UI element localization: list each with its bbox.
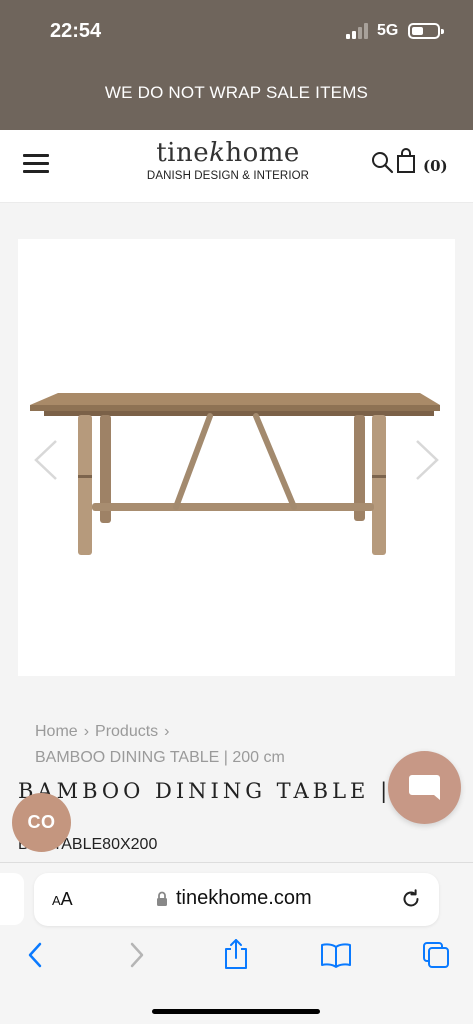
forward-icon[interactable] bbox=[128, 941, 146, 969]
breadcrumb-separator: › bbox=[83, 723, 90, 740]
logo[interactable]: tinekhome DANISH DESIGN & INTERIOR bbox=[128, 138, 328, 182]
breadcrumb-separator: › bbox=[164, 723, 170, 740]
co-button[interactable]: CO bbox=[12, 793, 71, 852]
browser-toolbar: AA tinekhome.com bbox=[0, 862, 473, 1024]
browser-nav bbox=[0, 939, 473, 975]
product-image bbox=[30, 393, 440, 555]
breadcrumb-current: BAMBOO DINING TABLE | 200 cm bbox=[35, 749, 285, 766]
network-label: 5G bbox=[377, 22, 399, 39]
promo-banner: WE DO NOT WRAP SALE ITEMS bbox=[0, 64, 473, 130]
reader-options-button[interactable]: AA bbox=[52, 889, 73, 910]
cart-count[interactable]: (0) bbox=[423, 157, 448, 175]
chat-button[interactable] bbox=[388, 751, 461, 824]
status-bar: 22:54 5G bbox=[0, 0, 473, 64]
share-icon[interactable] bbox=[223, 937, 249, 971]
battery-icon bbox=[408, 23, 444, 39]
status-time: 22:54 bbox=[50, 20, 102, 42]
url-text: tinekhome.com bbox=[176, 887, 312, 909]
breadcrumb-home[interactable]: Home bbox=[35, 723, 78, 740]
search-icon[interactable] bbox=[370, 150, 394, 174]
logo-wordmark: tinekhome bbox=[156, 138, 300, 168]
lock-icon bbox=[157, 891, 167, 906]
menu-icon[interactable] bbox=[23, 152, 49, 174]
bag-icon[interactable] bbox=[396, 148, 416, 174]
tabs-icon[interactable] bbox=[422, 941, 450, 969]
chat-icon bbox=[409, 775, 440, 800]
bookmarks-icon[interactable] bbox=[320, 941, 352, 969]
signal-icon bbox=[346, 23, 368, 39]
product-title: BAMBOO DINING TABLE | bbox=[18, 779, 392, 803]
chevron-left-icon[interactable] bbox=[32, 439, 62, 481]
logo-tagline: DANISH DESIGN & INTERIOR bbox=[146, 170, 310, 182]
back-icon[interactable] bbox=[26, 941, 44, 969]
reload-icon[interactable] bbox=[400, 888, 422, 910]
home-indicator bbox=[152, 1009, 320, 1014]
previous-tab[interactable] bbox=[0, 873, 24, 925]
breadcrumb: Home › Products › BAMBOO DINING TABLE | 200… bbox=[35, 719, 285, 771]
site-header: tinekhome DANISH DESIGN & INTERIOR (0) bbox=[0, 130, 473, 203]
breadcrumb-products[interactable]: Products bbox=[95, 723, 158, 740]
address-bar[interactable]: AA tinekhome.com bbox=[34, 873, 439, 926]
product-gallery[interactable] bbox=[18, 239, 455, 676]
chevron-right-icon[interactable] bbox=[411, 439, 441, 481]
